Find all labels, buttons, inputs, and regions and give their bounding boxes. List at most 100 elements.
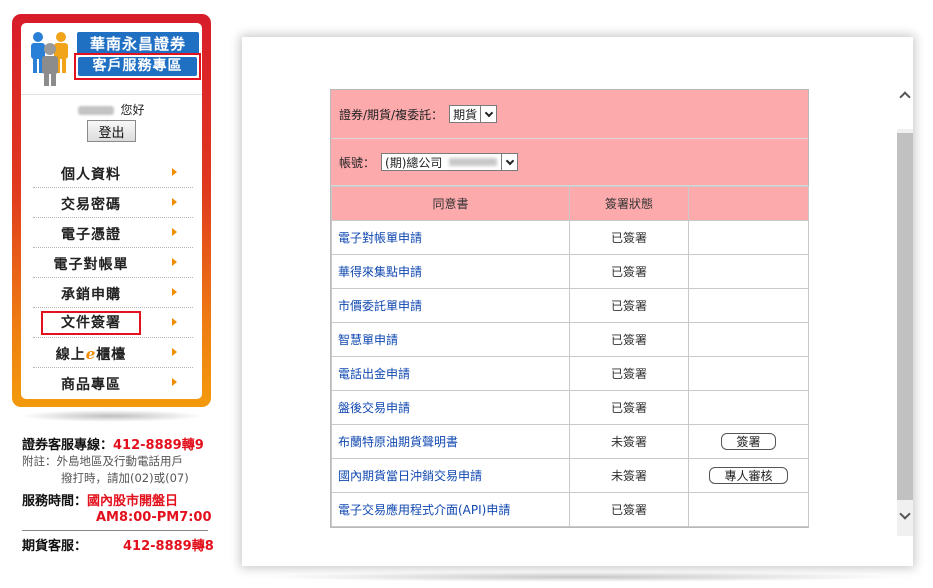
action-cell (688, 390, 809, 425)
futures-label: 期貨客服： (22, 539, 88, 554)
consent-table: 同意書 簽署狀態 電子對帳單申請 已簽署 華得來集點申請 已簽署 市價委託單申請… (331, 186, 809, 527)
sidebar-item-label: 電子憑證 (61, 227, 121, 243)
sidebar-shadow (18, 410, 204, 422)
signing-form: 證券/期貨/複委託： 期貨 帳號： (期)總公司 同意書 簽署狀態 電子對帳單申… (330, 89, 809, 528)
chevron-down-icon (505, 156, 515, 165)
table-row: 智慧單申請 已簽署 (331, 322, 809, 357)
hotline-label: 證券客服專線： (22, 438, 114, 453)
action-cell: 簽署 (688, 424, 809, 459)
brand-logo[interactable]: 華南永昌證券 客戶服務專區 (21, 23, 202, 95)
arrow-right-icon (172, 348, 177, 356)
brand-subtitle: 客戶服務專區 (78, 57, 197, 76)
chevron-down-icon (899, 508, 911, 520)
account-select[interactable]: (期)總公司 (381, 153, 519, 171)
futures-hotline: 期貨客服： 412-8889轉8 (22, 535, 214, 554)
e-letter: e (85, 345, 97, 363)
action-cell (688, 356, 809, 391)
sidebar-item-label: 交易密碼 (61, 197, 121, 213)
brand-subtitle-frame: 客戶服務專區 (74, 53, 201, 80)
column-header-action (688, 186, 809, 221)
consent-link[interactable]: 電子交易應用程式介面(API)申請 (331, 492, 570, 527)
table-header-row: 同意書 簽署狀態 (331, 186, 809, 221)
sign-status: 已簽署 (569, 220, 689, 255)
note-line2: 撥打時，請加(02)或(07) (61, 471, 189, 485)
sidebar-item-certificate[interactable]: 電子憑證 (33, 218, 193, 248)
consent-link[interactable]: 市價委託單申請 (331, 288, 570, 323)
dropdown-button[interactable] (501, 154, 518, 170)
sidebar-item-ipo-subscription[interactable]: 承銷申購 (33, 278, 193, 308)
arrow-right-icon (172, 288, 177, 296)
sign-status: 已簽署 (569, 288, 689, 323)
hotline-number: 412-8889轉9 (113, 438, 204, 453)
account-number-redacted (449, 158, 498, 166)
service-info: 證券客服專線：412-8889轉9 附註：外島地區及行動電話用戶 撥打時，請加(… (22, 434, 214, 554)
sidebar: 華南永昌證券 客戶服務專區 您好 登出 個人資料 交易密碼 電子憑證 電子對帳單… (12, 14, 211, 407)
sign-button[interactable]: 簽署 (721, 433, 776, 450)
arrow-right-icon (172, 258, 177, 266)
consent-link[interactable]: 電話出金申請 (331, 356, 570, 391)
scroll-up-button[interactable] (897, 75, 913, 129)
vertical-scrollbar[interactable] (897, 75, 913, 536)
scroll-down-button[interactable] (897, 506, 913, 526)
action-cell (688, 288, 809, 323)
type-row: 證券/期貨/複委託： 期貨 (331, 90, 808, 139)
column-header-status: 簽署狀態 (569, 186, 689, 221)
action-cell (688, 254, 809, 289)
consent-link[interactable]: 國內期貨當日沖銷交易申請 (331, 458, 570, 493)
chevron-up-icon (899, 91, 911, 103)
sidebar-item-label: 承銷申購 (61, 287, 121, 303)
consent-link[interactable]: 華得來集點申請 (331, 254, 570, 289)
sidebar-item-label: 文件簽署 (41, 311, 141, 335)
table-row: 國內期貨當日沖銷交易申請 未簽署 專人審核 (331, 458, 809, 493)
hours-value2: AM8:00-PM7:00 (96, 510, 212, 525)
sign-status: 已簽署 (569, 390, 689, 425)
table-row: 華得來集點申請 已簽署 (331, 254, 809, 289)
type-select-value: 期貨 (453, 107, 478, 122)
greeting: 您好 (21, 101, 202, 118)
logout-button[interactable]: 登出 (87, 120, 136, 142)
consent-link[interactable]: 布蘭特原油期貨聲明書 (331, 424, 570, 459)
consent-link[interactable]: 盤後交易申請 (331, 390, 570, 425)
table-row: 電話出金申請 已簽署 (331, 356, 809, 391)
sidebar-item-label: 個人資料 (61, 167, 121, 183)
sidebar-item-products[interactable]: 商品專區 (33, 368, 193, 398)
panel-shadow (262, 572, 902, 582)
account-row: 帳號： (期)總公司 (331, 139, 808, 186)
chevron-down-icon (484, 108, 493, 117)
action-cell (688, 322, 809, 357)
sign-status: 未簽署 (569, 424, 689, 459)
action-cell (688, 220, 809, 255)
sidebar-panel: 華南永昌證券 客戶服務專區 您好 登出 個人資料 交易密碼 電子憑證 電子對帳單… (21, 23, 202, 399)
sidebar-item-online-counter[interactable]: 線上e櫃檯 (33, 338, 193, 368)
dropdown-button[interactable] (480, 106, 497, 122)
hotline: 證券客服專線：412-8889轉9 (22, 434, 212, 453)
sign-status: 已簽署 (569, 254, 689, 289)
account-label: 帳號： (339, 155, 376, 170)
sidebar-item-document-signing[interactable]: 文件簽署 (33, 308, 193, 338)
sidebar-item-profile[interactable]: 個人資料 (33, 158, 193, 188)
table-row: 電子交易應用程式介面(API)申請 已簽署 (331, 492, 809, 527)
arrow-right-icon (172, 168, 177, 176)
user-name-redacted (78, 106, 115, 115)
table-row: 布蘭特原油期貨聲明書 未簽署 簽署 (331, 424, 809, 459)
table-row: 市價委託單申請 已簽署 (331, 288, 809, 323)
greeting-text: 您好 (120, 103, 145, 117)
sidebar-item-label: 電子對帳單 (53, 257, 129, 273)
review-button[interactable]: 專人審核 (709, 467, 788, 484)
consent-link[interactable]: 電子對帳單申請 (331, 220, 570, 255)
futures-number: 412-8889轉8 (123, 539, 214, 554)
scroll-thumb[interactable] (897, 133, 913, 500)
hours-value1: 國內股市開盤日 (87, 494, 179, 509)
sign-status: 未簽署 (569, 458, 689, 493)
consent-link[interactable]: 智慧單申請 (331, 322, 570, 357)
table-row: 電子對帳單申請 已簽署 (331, 220, 809, 255)
table-row: 盤後交易申請 已簽署 (331, 390, 809, 425)
sidebar-item-e-statement[interactable]: 電子對帳單 (33, 248, 193, 278)
type-label: 證券/期貨/複委託： (339, 107, 444, 122)
sidebar-item-label: 線上e櫃檯 (33, 344, 149, 364)
sidebar-item-trade-password[interactable]: 交易密碼 (33, 188, 193, 218)
label-prefix: 線上 (55, 347, 86, 363)
sign-status: 已簽署 (569, 322, 689, 357)
arrow-right-icon (172, 228, 177, 236)
type-select[interactable]: 期貨 (449, 105, 498, 123)
